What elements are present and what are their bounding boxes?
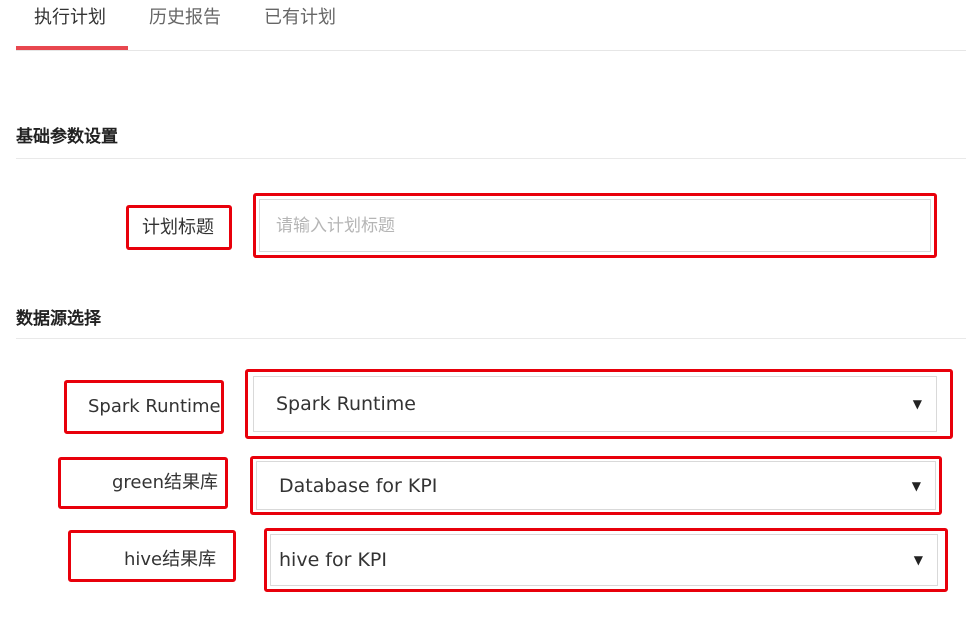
tab-label: 执行计划	[34, 7, 106, 28]
tab-existing-plans[interactable]: 已有计划	[264, 6, 336, 30]
spark-runtime-selected: Spark Runtime	[276, 393, 416, 415]
section-title-datasource: 数据源选择	[16, 309, 101, 329]
green-db-select[interactable]: Database for KPI ▼	[256, 461, 936, 510]
plan-title-label: 计划标题	[142, 217, 214, 238]
spark-runtime-select[interactable]: Spark Runtime ▼	[253, 376, 937, 432]
section-title-basic: 基础参数设置	[16, 127, 118, 147]
caret-down-icon: ▼	[912, 397, 922, 411]
tab-execute-plan[interactable]: 执行计划	[34, 6, 106, 30]
tab-label: 已有计划	[264, 7, 336, 28]
tab-bar: 执行计划 历史报告 已有计划	[16, 0, 966, 51]
caret-down-icon: ▼	[913, 553, 923, 567]
hive-db-selected: hive for KPI	[279, 549, 387, 571]
plan-title-input[interactable]	[259, 199, 931, 252]
section-divider	[16, 158, 966, 159]
active-tab-indicator	[16, 46, 128, 50]
caret-down-icon: ▼	[911, 478, 921, 493]
green-db-selected: Database for KPI	[279, 474, 438, 497]
section-divider	[16, 338, 966, 339]
tab-history-report[interactable]: 历史报告	[149, 6, 221, 30]
hive-db-label: hive结果库	[124, 549, 217, 570]
spark-runtime-label: Spark Runtime	[88, 396, 221, 417]
hive-db-select[interactable]: hive for KPI ▼	[270, 534, 938, 586]
tab-label: 历史报告	[149, 7, 221, 28]
green-db-label: green结果库	[112, 472, 218, 493]
